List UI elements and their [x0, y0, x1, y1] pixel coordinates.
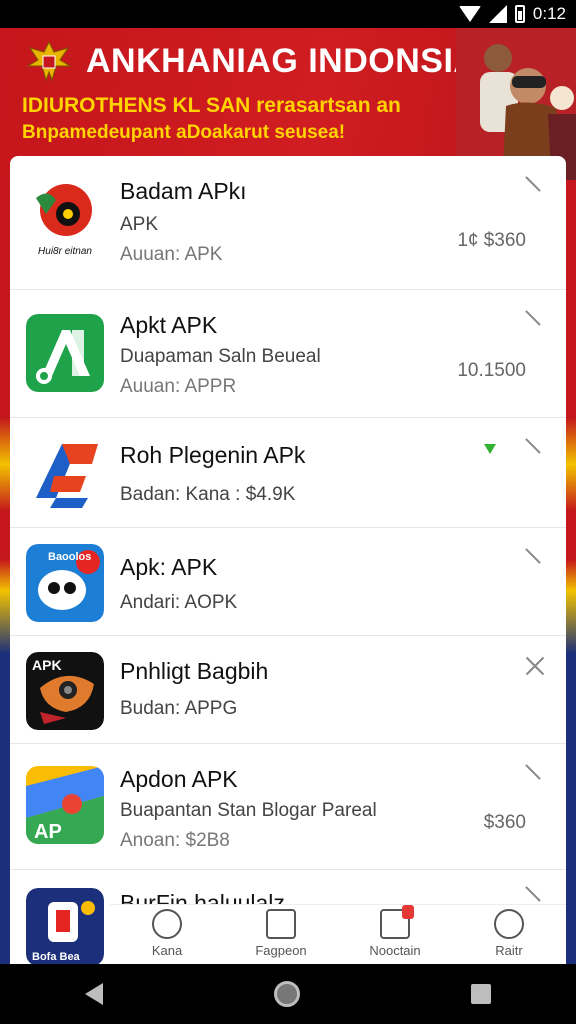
- garuda-emblem-icon: [26, 40, 72, 82]
- nav-item-raitr[interactable]: Raitr: [454, 905, 564, 958]
- collapse-chevron-icon[interactable]: [524, 312, 546, 334]
- app-detail: Badan: Kana : $4.9K: [120, 484, 296, 505]
- app-price: 10.1500: [457, 360, 526, 381]
- app-list-item[interactable]: Roh Plegenin APk Badan: Kana : $4.9K: [10, 418, 566, 528]
- nav-item-kana[interactable]: Kana: [112, 905, 222, 958]
- nav-item-nooctain[interactable]: Nooctain: [340, 905, 450, 958]
- nav-label: Nooctain: [369, 943, 421, 958]
- app-list-item[interactable]: Apkt APK Duapaman Saln Beueal Auuan: APP…: [10, 290, 566, 418]
- notification-icon: [380, 905, 414, 939]
- status-time: 0:12: [532, 4, 566, 23]
- app-icon-caption: Baoolos: [48, 551, 91, 563]
- app-icon-caption: Bofa Bea: [32, 951, 81, 963]
- network-icon: [152, 909, 182, 939]
- bottom-navigation: Kana Fagpeon Nooctain Raitr: [110, 904, 566, 964]
- back-icon[interactable]: [85, 983, 104, 1005]
- banner-title: ANKHANIAG INDONSIA: [86, 42, 479, 80]
- app-list-item[interactable]: AP Apdon APK Buapantan Stan Blogar Parea…: [10, 744, 566, 870]
- nav-label: Kana: [151, 943, 183, 958]
- app-detail: Anoan: $2B8: [120, 830, 230, 851]
- battery-icon: [514, 5, 525, 23]
- signal-icon: [488, 5, 507, 23]
- app-list-item[interactable]: Baoolos Apk: APK Andari: AOPK: [10, 528, 566, 636]
- collapse-chevron-icon[interactable]: [524, 550, 546, 572]
- home-icon[interactable]: [273, 981, 300, 1007]
- app-icon-caption: APK: [32, 657, 62, 673]
- system-navigation-bar: [0, 964, 576, 1024]
- app-detail: Duapaman Saln Beueal: [120, 346, 321, 367]
- app-detail: APK: [120, 214, 159, 235]
- app-detail: Budan: APPG: [120, 698, 238, 719]
- banner-subtitle-2: Bnpamedeupant aDoakarut seusea!: [22, 122, 346, 143]
- app-icon-apdon[interactable]: AP: [26, 766, 104, 844]
- profile-icon: [494, 909, 524, 939]
- package-icon: [266, 909, 296, 939]
- app-detail: Auuan: APPR: [120, 376, 237, 397]
- app-detail: Auuan: APK: [120, 244, 223, 265]
- app-icon-pnhligt[interactable]: APK: [26, 652, 104, 730]
- collapse-chevron-icon[interactable]: [524, 178, 546, 200]
- app-icon-plegenin[interactable]: [26, 436, 104, 514]
- recent-apps-icon[interactable]: [470, 984, 491, 1004]
- app-icon-badam[interactable]: Hui8r eitnan: [26, 180, 104, 258]
- app-name[interactable]: Apdon APK: [120, 766, 238, 793]
- app-icon-apkt[interactable]: [26, 314, 104, 392]
- collapse-chevron-icon[interactable]: [524, 440, 546, 462]
- collapse-chevron-icon[interactable]: [524, 766, 546, 788]
- close-icon[interactable]: [524, 656, 546, 678]
- app-price: 1¢ $360: [457, 230, 526, 251]
- nav-label: Raitr: [495, 943, 523, 958]
- app-name[interactable]: Apkt APK: [120, 312, 217, 339]
- app-detail: Buapantan Stan Blogar Pareal: [120, 800, 377, 821]
- app-name[interactable]: Roh Plegenin APk: [120, 442, 305, 469]
- status-bar: 0:12: [0, 0, 576, 28]
- svg-text:AP: AP: [34, 821, 62, 843]
- app-price: $360: [483, 812, 526, 833]
- app-name[interactable]: Apk: APK: [120, 554, 217, 581]
- app-icon-apk[interactable]: Baoolos: [26, 544, 104, 622]
- nav-item-fagpeon[interactable]: Fagpeon: [226, 905, 336, 958]
- app-icon-caption: Hui8r eitnan: [38, 246, 92, 257]
- verified-icon: [484, 444, 496, 454]
- app-list: Hui8r eitnan Badam APkı APK Auuan: APK 1…: [10, 156, 566, 964]
- nav-label: Fagpeon: [255, 943, 307, 958]
- app-icon-burfin[interactable]: Bofa Bea: [26, 888, 104, 964]
- app-list-item[interactable]: Hui8r eitnan Badam APkı APK Auuan: APK 1…: [10, 156, 566, 290]
- app-detail: Andari: AOPK: [120, 592, 238, 613]
- app-name[interactable]: Pnhligt Bagbih: [120, 658, 268, 685]
- app-list-item[interactable]: APK Pnhligt Bagbih Budan: APPG: [10, 636, 566, 744]
- notification-badge: [402, 905, 414, 919]
- wifi-icon: [458, 6, 481, 22]
- app-name[interactable]: Badam APkı: [120, 178, 247, 205]
- banner-subtitle: IDIUROTHENS KL SAN rerasartsan an: [22, 94, 401, 117]
